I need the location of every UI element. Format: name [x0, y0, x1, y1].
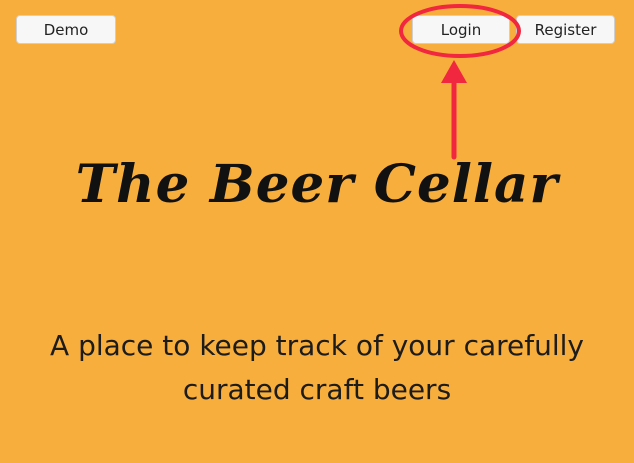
- site-title: The Beer Cellar: [75, 154, 559, 215]
- login-button[interactable]: Login: [412, 15, 510, 44]
- tagline: A place to keep track of your carefully …: [50, 329, 584, 406]
- demo-button[interactable]: Demo: [16, 15, 116, 44]
- annotation-arrow-head: [441, 60, 467, 83]
- register-button[interactable]: Register: [516, 15, 615, 44]
